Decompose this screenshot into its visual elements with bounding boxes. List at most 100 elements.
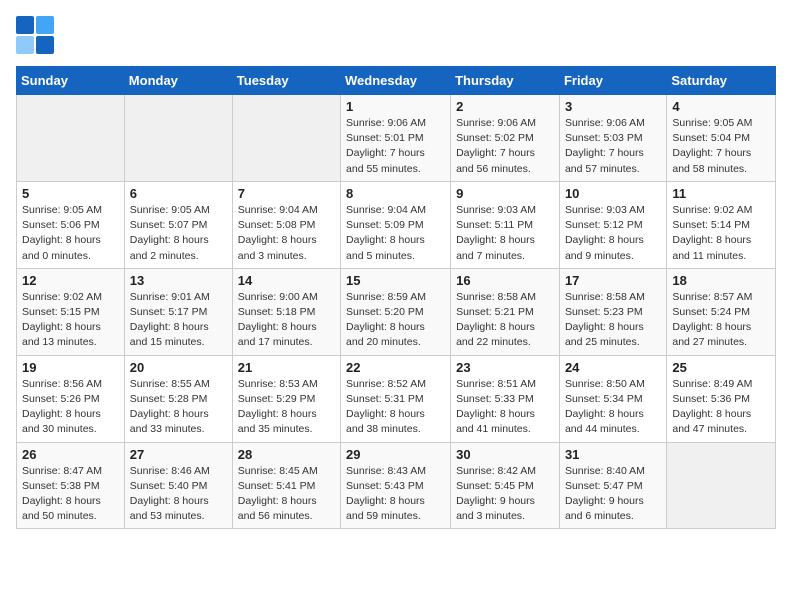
day-info: Sunrise: 9:05 AM Sunset: 5:04 PM Dayligh…: [672, 116, 770, 177]
day-info: Sunrise: 8:49 AM Sunset: 5:36 PM Dayligh…: [672, 377, 770, 438]
day-info: Sunrise: 9:03 AM Sunset: 5:11 PM Dayligh…: [456, 203, 554, 264]
calendar-cell: [124, 95, 232, 182]
calendar-cell: 2 Sunrise: 9:06 AM Sunset: 5:02 PM Daylig…: [451, 95, 560, 182]
page-header: [16, 16, 776, 54]
day-info: Sunrise: 8:59 AM Sunset: 5:20 PM Dayligh…: [346, 290, 445, 351]
day-info: Sunrise: 9:06 AM Sunset: 5:03 PM Dayligh…: [565, 116, 661, 177]
calendar-week-1: 1Sunrise: 9:06 AM Sunset: 5:01 PM Daylig…: [17, 95, 776, 182]
day-number: 5: [22, 186, 119, 201]
day-number: 11: [672, 186, 770, 201]
day-number: 27: [130, 447, 227, 462]
day-number: 2: [456, 99, 554, 114]
day-number: 3: [565, 99, 661, 114]
weekday-saturday: Saturday: [667, 67, 776, 95]
day-info: Sunrise: 9:01 AM Sunset: 5:17 PM Dayligh…: [130, 290, 227, 351]
calendar-cell: 24 Sunrise: 8:50 AM Sunset: 5:34 PM Dayli…: [559, 355, 666, 442]
day-number: 30: [456, 447, 554, 462]
calendar-cell: 17 Sunrise: 8:58 AM Sunset: 5:23 PM Dayli…: [559, 268, 666, 355]
day-info: Sunrise: 8:56 AM Sunset: 5:26 PM Dayligh…: [22, 377, 119, 438]
day-number: 21: [238, 360, 335, 375]
day-number: 4: [672, 99, 770, 114]
calendar-week-5: 26 Sunrise: 8:47 AM Sunset: 5:38 PM Dayli…: [17, 442, 776, 529]
calendar-table: SundayMondayTuesdayWednesdayThursdayFrid…: [16, 66, 776, 529]
weekday-monday: Monday: [124, 67, 232, 95]
day-info: Sunrise: 8:57 AM Sunset: 5:24 PM Dayligh…: [672, 290, 770, 351]
calendar-cell: 25 Sunrise: 8:49 AM Sunset: 5:36 PM Dayli…: [667, 355, 776, 442]
day-info: Sunrise: 9:00 AM Sunset: 5:18 PM Dayligh…: [238, 290, 335, 351]
calendar-cell: 1Sunrise: 9:06 AM Sunset: 5:01 PM Daylig…: [341, 95, 451, 182]
day-info: Sunrise: 8:40 AM Sunset: 5:47 PM Dayligh…: [565, 464, 661, 525]
day-info: Sunrise: 8:50 AM Sunset: 5:34 PM Dayligh…: [565, 377, 661, 438]
day-number: 15: [346, 273, 445, 288]
calendar-body: 1Sunrise: 9:06 AM Sunset: 5:01 PM Daylig…: [17, 95, 776, 529]
day-number: 12: [22, 273, 119, 288]
calendar-cell: [667, 442, 776, 529]
day-info: Sunrise: 8:45 AM Sunset: 5:41 PM Dayligh…: [238, 464, 335, 525]
day-info: Sunrise: 9:05 AM Sunset: 5:07 PM Dayligh…: [130, 203, 227, 264]
day-info: Sunrise: 8:53 AM Sunset: 5:29 PM Dayligh…: [238, 377, 335, 438]
day-info: Sunrise: 8:51 AM Sunset: 5:33 PM Dayligh…: [456, 377, 554, 438]
calendar-cell: 8 Sunrise: 9:04 AM Sunset: 5:09 PM Daylig…: [341, 181, 451, 268]
day-info: Sunrise: 9:05 AM Sunset: 5:06 PM Dayligh…: [22, 203, 119, 264]
calendar-cell: 5 Sunrise: 9:05 AM Sunset: 5:06 PM Daylig…: [17, 181, 125, 268]
weekday-sunday: Sunday: [17, 67, 125, 95]
calendar-cell: 21 Sunrise: 8:53 AM Sunset: 5:29 PM Dayli…: [232, 355, 340, 442]
day-number: 8: [346, 186, 445, 201]
day-info: Sunrise: 9:02 AM Sunset: 5:15 PM Dayligh…: [22, 290, 119, 351]
day-info: Sunrise: 9:04 AM Sunset: 5:09 PM Dayligh…: [346, 203, 445, 264]
day-number: 19: [22, 360, 119, 375]
day-number: 16: [456, 273, 554, 288]
day-number: 17: [565, 273, 661, 288]
calendar-cell: 27 Sunrise: 8:46 AM Sunset: 5:40 PM Dayli…: [124, 442, 232, 529]
day-number: 10: [565, 186, 661, 201]
calendar-cell: 6Sunrise: 9:05 AM Sunset: 5:07 PM Daylig…: [124, 181, 232, 268]
weekday-thursday: Thursday: [451, 67, 560, 95]
weekday-wednesday: Wednesday: [341, 67, 451, 95]
day-number: 26: [22, 447, 119, 462]
day-info: Sunrise: 8:47 AM Sunset: 5:38 PM Dayligh…: [22, 464, 119, 525]
day-info: Sunrise: 9:06 AM Sunset: 5:02 PM Dayligh…: [456, 116, 554, 177]
day-number: 24: [565, 360, 661, 375]
day-info: Sunrise: 8:42 AM Sunset: 5:45 PM Dayligh…: [456, 464, 554, 525]
calendar-cell: 23 Sunrise: 8:51 AM Sunset: 5:33 PM Dayli…: [451, 355, 560, 442]
day-info: Sunrise: 8:46 AM Sunset: 5:40 PM Dayligh…: [130, 464, 227, 525]
weekday-tuesday: Tuesday: [232, 67, 340, 95]
day-info: Sunrise: 9:02 AM Sunset: 5:14 PM Dayligh…: [672, 203, 770, 264]
day-number: 20: [130, 360, 227, 375]
calendar-cell: 11 Sunrise: 9:02 AM Sunset: 5:14 PM Dayli…: [667, 181, 776, 268]
calendar-cell: 31 Sunrise: 8:40 AM Sunset: 5:47 PM Dayli…: [559, 442, 666, 529]
day-number: 23: [456, 360, 554, 375]
calendar-cell: [232, 95, 340, 182]
calendar-cell: 19 Sunrise: 8:56 AM Sunset: 5:26 PM Dayli…: [17, 355, 125, 442]
calendar-week-2: 5 Sunrise: 9:05 AM Sunset: 5:06 PM Daylig…: [17, 181, 776, 268]
day-number: 18: [672, 273, 770, 288]
calendar-cell: 18 Sunrise: 8:57 AM Sunset: 5:24 PM Dayli…: [667, 268, 776, 355]
logo: [16, 16, 58, 54]
day-number: 7: [238, 186, 335, 201]
calendar-cell: 9Sunrise: 9:03 AM Sunset: 5:11 PM Daylig…: [451, 181, 560, 268]
day-info: Sunrise: 8:52 AM Sunset: 5:31 PM Dayligh…: [346, 377, 445, 438]
day-info: Sunrise: 8:43 AM Sunset: 5:43 PM Dayligh…: [346, 464, 445, 525]
day-info: Sunrise: 9:03 AM Sunset: 5:12 PM Dayligh…: [565, 203, 661, 264]
day-number: 25: [672, 360, 770, 375]
calendar-cell: 16Sunrise: 8:58 AM Sunset: 5:21 PM Dayli…: [451, 268, 560, 355]
day-info: Sunrise: 8:55 AM Sunset: 5:28 PM Dayligh…: [130, 377, 227, 438]
calendar-week-3: 12 Sunrise: 9:02 AM Sunset: 5:15 PM Dayli…: [17, 268, 776, 355]
day-number: 13: [130, 273, 227, 288]
day-info: Sunrise: 8:58 AM Sunset: 5:23 PM Dayligh…: [565, 290, 661, 351]
day-info: Sunrise: 9:04 AM Sunset: 5:08 PM Dayligh…: [238, 203, 335, 264]
calendar-cell: 29 Sunrise: 8:43 AM Sunset: 5:43 PM Dayli…: [341, 442, 451, 529]
calendar-cell: [17, 95, 125, 182]
calendar-cell: 3 Sunrise: 9:06 AM Sunset: 5:03 PM Daylig…: [559, 95, 666, 182]
calendar-cell: 14Sunrise: 9:00 AM Sunset: 5:18 PM Dayli…: [232, 268, 340, 355]
day-number: 22: [346, 360, 445, 375]
logo-icon: [16, 16, 54, 54]
calendar-cell: 20 Sunrise: 8:55 AM Sunset: 5:28 PM Dayli…: [124, 355, 232, 442]
day-number: 28: [238, 447, 335, 462]
weekday-friday: Friday: [559, 67, 666, 95]
calendar-cell: 15 Sunrise: 8:59 AM Sunset: 5:20 PM Dayli…: [341, 268, 451, 355]
calendar-cell: 4 Sunrise: 9:05 AM Sunset: 5:04 PM Daylig…: [667, 95, 776, 182]
day-number: 29: [346, 447, 445, 462]
day-number: 31: [565, 447, 661, 462]
day-info: Sunrise: 9:06 AM Sunset: 5:01 PM Dayligh…: [346, 116, 445, 177]
